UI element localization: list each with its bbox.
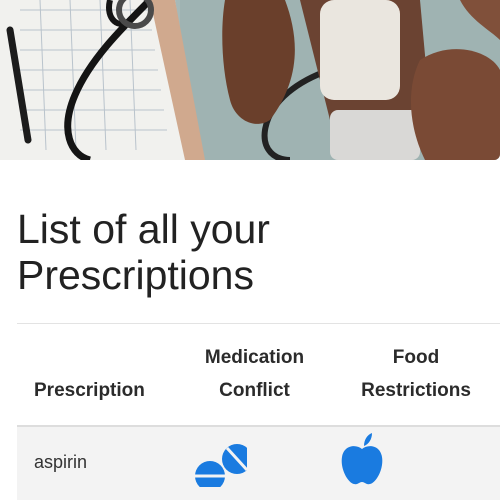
food-restrictions-cell <box>332 426 500 500</box>
prescriptions-table-container: Prescription Medication Conflict Food Rest… <box>17 323 500 500</box>
header-food-restrictions-label: Food Restrictions <box>332 341 500 425</box>
header-food-line1: Food <box>392 347 440 368</box>
apple-icon[interactable] <box>332 427 392 487</box>
page-title: List of all your Prescriptions <box>17 206 270 298</box>
table-row: aspirin <box>17 426 500 500</box>
header-food-restrictions: Food Restrictions <box>332 323 500 427</box>
table-body: aspirin <box>17 426 500 500</box>
medication-conflict-cell <box>177 426 332 500</box>
header-conflict-line2: Conflict <box>219 380 290 401</box>
pills-icon[interactable] <box>177 427 247 487</box>
header-medication-conflict: Medication Conflict <box>177 323 332 427</box>
header-prescription-label: Prescription <box>34 380 145 401</box>
page: List of all your Prescriptions Prescript… <box>0 0 500 500</box>
prescription-name: aspirin <box>34 452 88 472</box>
header-food-line2: Restrictions <box>361 380 471 401</box>
header-prescription: Prescription <box>17 323 177 427</box>
header-medication-conflict-label: Medication Conflict <box>177 341 332 425</box>
table-header-row: Prescription Medication Conflict Food Rest… <box>17 323 500 427</box>
header-conflict-line1: Medication <box>204 347 305 368</box>
table-header: Prescription Medication Conflict Food Rest… <box>17 323 500 427</box>
hero-image <box>0 0 500 160</box>
prescriptions-table: Prescription Medication Conflict Food Rest… <box>17 323 500 500</box>
